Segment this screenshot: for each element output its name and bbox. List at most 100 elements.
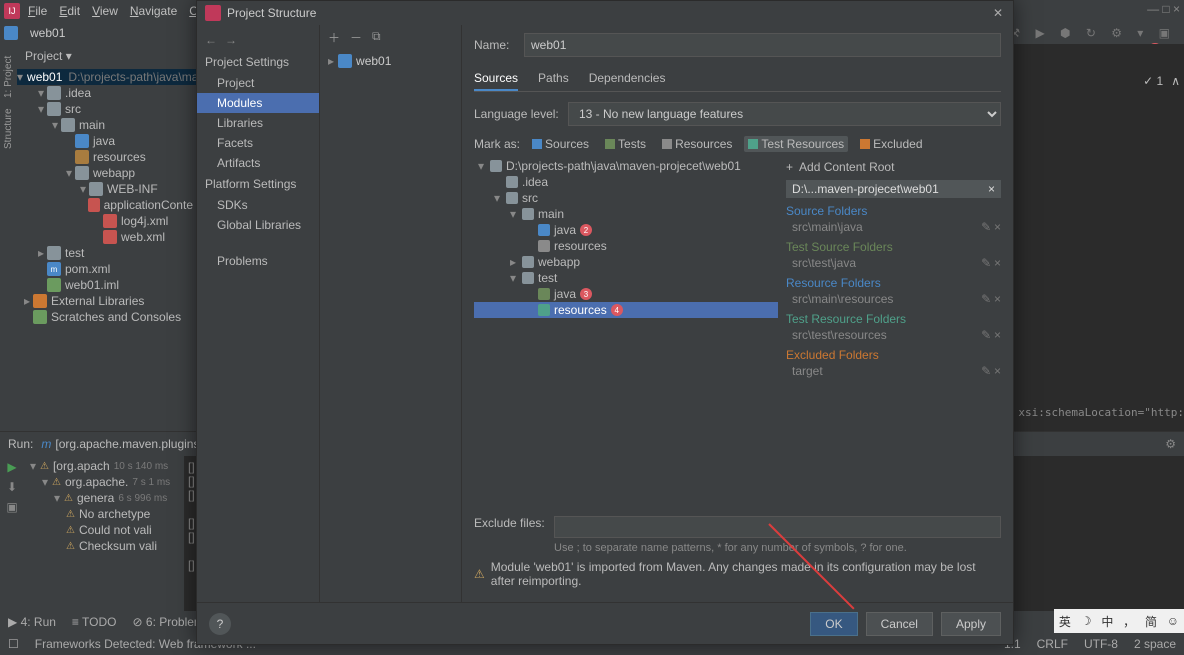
- subtab-paths[interactable]: Paths: [538, 67, 569, 91]
- run-row[interactable]: ▾ ⚠org.apache.7 s 1 ms: [26, 474, 182, 490]
- tool-todo[interactable]: ≡ TODO: [72, 615, 117, 629]
- menu-file[interactable]: File: [22, 2, 53, 20]
- debug-icon[interactable]: ⬇: [7, 480, 17, 494]
- folder-section-item[interactable]: src\test\java ✎ ×: [786, 256, 1001, 274]
- tree-row[interactable]: ▾ webapp: [17, 165, 197, 181]
- run-gutter: ▶ ⬇ ▣: [0, 456, 24, 621]
- run-tree[interactable]: ▾ ⚠[org.apach10 s 140 ms ▾ ⚠org.apache.7…: [24, 456, 184, 621]
- inspection-indicator[interactable]: ✓ 1: [1143, 74, 1163, 88]
- toolbar-icons[interactable]: ⚒ ▶ ⬢ ↻ ⚙ ▾ ▣: [1009, 26, 1184, 40]
- sidebar-item-global libraries[interactable]: Global Libraries: [197, 215, 319, 235]
- close-icon[interactable]: ✕: [993, 6, 1003, 20]
- sidebar-item-facets[interactable]: Facets: [197, 133, 319, 153]
- project-root-label[interactable]: web01: [27, 70, 62, 84]
- add-content-root-button[interactable]: Add Content Root: [786, 158, 1001, 176]
- remove-icon[interactable]: －: [350, 29, 362, 46]
- copy-icon[interactable]: ⧉: [372, 29, 381, 46]
- tree-row[interactable]: ▸ test: [17, 245, 197, 261]
- collapse-icon[interactable]: ∧: [1171, 74, 1180, 88]
- subtab-sources[interactable]: Sources: [474, 67, 518, 91]
- play-icon[interactable]: ▶: [7, 460, 16, 474]
- tree-row[interactable]: Scratches and Consoles: [17, 309, 197, 325]
- edit-icon[interactable]: ✎: [981, 220, 991, 234]
- src-tree-row[interactable]: java2: [474, 222, 778, 238]
- menu-navigate[interactable]: Navigate: [124, 2, 183, 20]
- remove-root-icon[interactable]: ×: [988, 182, 995, 196]
- add-icon[interactable]: ＋: [328, 29, 340, 46]
- run-row[interactable]: ▾ ⚠[org.apach10 s 140 ms: [26, 458, 182, 474]
- tree-row[interactable]: web01.iml: [17, 277, 197, 293]
- ok-button[interactable]: OK: [810, 612, 857, 636]
- run-row[interactable]: ⚠Could not vali: [26, 522, 182, 538]
- markas-resources[interactable]: Resources: [658, 136, 736, 152]
- menu-edit[interactable]: Edit: [53, 2, 86, 20]
- window-controls[interactable]: — □ ×: [1147, 2, 1180, 16]
- src-tree-row[interactable]: ▾ D:\projects-path\java\maven-projecet\w…: [474, 158, 778, 174]
- src-tree-row[interactable]: java3: [474, 286, 778, 302]
- edit-icon[interactable]: ✎: [981, 292, 991, 306]
- subtab-dependencies[interactable]: Dependencies: [589, 67, 666, 91]
- edit-icon[interactable]: ✎: [981, 364, 991, 378]
- tree-row[interactable]: ▾ main: [17, 117, 197, 133]
- folder-section-item[interactable]: src\main\resources ✎ ×: [786, 292, 1001, 310]
- cancel-button[interactable]: Cancel: [866, 612, 933, 636]
- tree-row[interactable]: ▾ src: [17, 101, 197, 117]
- folder-section-item[interactable]: target ✎ ×: [786, 364, 1001, 382]
- module-item[interactable]: web01: [320, 50, 461, 72]
- markas-sources[interactable]: Sources: [528, 136, 593, 152]
- tree-row[interactable]: m pom.xml: [17, 261, 197, 277]
- sidebar-item-problems[interactable]: Problems: [197, 251, 319, 271]
- src-tree-row[interactable]: ▾ main: [474, 206, 778, 222]
- sidebar-item-libraries[interactable]: Libraries: [197, 113, 319, 133]
- src-tree-row[interactable]: ▾ test: [474, 270, 778, 286]
- edit-icon[interactable]: ✎: [981, 256, 991, 270]
- markas-excluded[interactable]: Excluded: [856, 136, 926, 152]
- src-tree-row[interactable]: resources4: [474, 302, 778, 318]
- language-level-select[interactable]: 13 - No new language features: [568, 102, 1001, 126]
- folder-section-item[interactable]: src\main\java ✎ ×: [786, 220, 1001, 238]
- markas-test-resources[interactable]: Test Resources: [744, 136, 848, 152]
- markas-tests[interactable]: Tests: [601, 136, 650, 152]
- tab-label[interactable]: web01: [22, 24, 73, 42]
- sidebar-item-modules[interactable]: Modules: [197, 93, 319, 113]
- tree-row[interactable]: ▾ .idea: [17, 85, 197, 101]
- folder-section-item[interactable]: src\test\resources ✎ ×: [786, 328, 1001, 346]
- back-icon[interactable]: ←: [205, 33, 217, 47]
- remove-icon[interactable]: ×: [994, 220, 1001, 234]
- tree-row[interactable]: log4j.xml: [17, 213, 197, 229]
- sidebar-item-artifacts[interactable]: Artifacts: [197, 153, 319, 173]
- content-root-header[interactable]: D:\...maven-projecet\web01×: [786, 180, 1001, 198]
- src-tree-row[interactable]: .idea: [474, 174, 778, 190]
- tree-row[interactable]: ▾ WEB-INF: [17, 181, 197, 197]
- src-tree-row[interactable]: ▾ src: [474, 190, 778, 206]
- run-row[interactable]: ⚠No archetype: [26, 506, 182, 522]
- tree-row[interactable]: ▸ External Libraries: [17, 293, 197, 309]
- project-view-dropdown[interactable]: Project: [25, 49, 72, 63]
- remove-icon[interactable]: ×: [994, 292, 1001, 306]
- remove-icon[interactable]: ×: [994, 256, 1001, 270]
- src-tree-row[interactable]: resources: [474, 238, 778, 254]
- project-tree[interactable]: ▾ web01 D:\projects-path\java\ma... ▾ .i…: [17, 67, 197, 431]
- tree-row[interactable]: applicationConte: [17, 197, 197, 213]
- run-row[interactable]: ⚠Checksum vali: [26, 538, 182, 554]
- gear-icon[interactable]: ⚙: [1165, 437, 1176, 451]
- help-button[interactable]: ?: [209, 613, 231, 635]
- tree-row[interactable]: web.xml: [17, 229, 197, 245]
- source-tree[interactable]: ▾ D:\projects-path\java\maven-projecet\w…: [474, 158, 778, 516]
- tool-run[interactable]: 4: Run: [8, 615, 56, 629]
- src-tree-row[interactable]: ▸ webapp: [474, 254, 778, 270]
- tree-row[interactable]: java: [17, 133, 197, 149]
- edit-icon[interactable]: ✎: [981, 328, 991, 342]
- run-row[interactable]: ▾ ⚠genera6 s 996 ms: [26, 490, 182, 506]
- sidebar-item-project[interactable]: Project: [197, 73, 319, 93]
- remove-icon[interactable]: ×: [994, 328, 1001, 342]
- name-input[interactable]: [524, 33, 1001, 57]
- stop-icon[interactable]: ▣: [6, 500, 17, 514]
- project-root-path: D:\projects-path\java\ma...: [68, 70, 197, 84]
- sidebar-item-sdks[interactable]: SDKs: [197, 195, 319, 215]
- tree-row[interactable]: resources: [17, 149, 197, 165]
- ime-bar[interactable]: 英☽中，简☺: [1054, 609, 1184, 633]
- remove-icon[interactable]: ×: [994, 364, 1001, 378]
- apply-button[interactable]: Apply: [941, 612, 1001, 636]
- menu-view[interactable]: View: [86, 2, 124, 20]
